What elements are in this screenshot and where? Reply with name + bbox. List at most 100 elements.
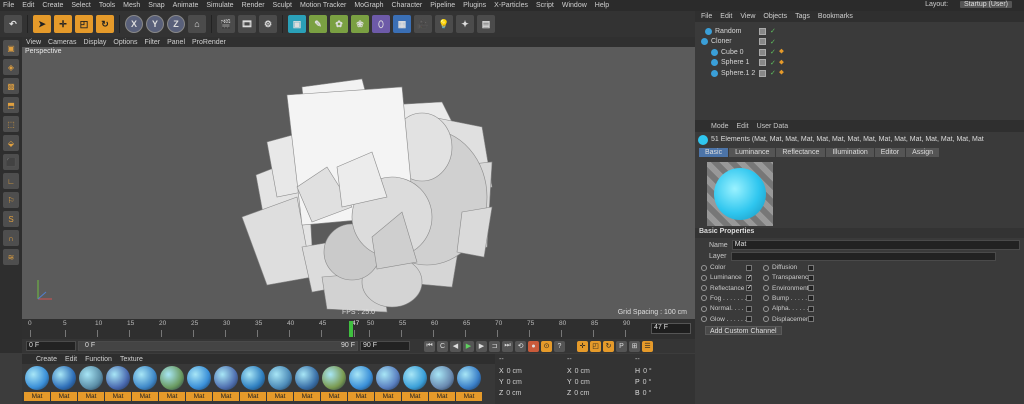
material-menu-texture[interactable]: Texture xyxy=(120,356,143,363)
deformer-icon[interactable]: ⬯ xyxy=(372,15,390,33)
viewport[interactable]: Perspective FPS: 25.0 Grid Spacing: 10… xyxy=(22,47,695,319)
channel-checkbox[interactable] xyxy=(808,295,814,302)
channel-radio[interactable] xyxy=(763,305,769,312)
object-visibility-toggle[interactable] xyxy=(759,69,766,77)
material-swatch[interactable]: Mat xyxy=(348,366,374,402)
x-axis-icon[interactable]: X xyxy=(125,15,143,33)
viewport-menu-cameras[interactable]: Cameras xyxy=(48,39,76,46)
enabled-check-icon[interactable]: ✓ xyxy=(770,59,776,67)
channel-checkbox[interactable] xyxy=(808,285,814,292)
material-tag-icon[interactable]: ⬥ xyxy=(779,69,784,77)
tab-assign[interactable]: Assign xyxy=(906,148,940,157)
material-swatch[interactable]: Mat xyxy=(24,366,50,402)
texture-mode-icon[interactable]: ▩ xyxy=(3,78,19,94)
next-key-icon[interactable]: ⊐ xyxy=(489,340,500,352)
menu-item-pipeline[interactable]: Pipeline xyxy=(430,2,455,9)
channel-radio[interactable] xyxy=(701,264,707,271)
next-frame-icon[interactable]: ▶ xyxy=(476,340,487,352)
menu-item-script[interactable]: Script xyxy=(536,2,554,9)
light-icon[interactable]: 💡 xyxy=(435,15,453,33)
playhead[interactable] xyxy=(349,321,353,337)
viewport-menu-prorender[interactable]: ProRender xyxy=(192,39,226,46)
material-swatch[interactable]: Mat xyxy=(186,366,212,402)
coords-value-field[interactable]: 0 cm xyxy=(507,368,522,375)
object-visibility-toggle[interactable] xyxy=(759,27,766,35)
object-visibility-toggle[interactable] xyxy=(759,38,766,45)
autokey-icon[interactable]: ⊙ xyxy=(541,340,552,352)
layout-dropdown[interactable]: Startup (User) xyxy=(960,1,1012,8)
object-row[interactable]: Cube 0 ✓ ⬥ xyxy=(695,47,1024,57)
material-swatch[interactable]: Mat xyxy=(429,366,455,402)
min-time-field[interactable]: 0 F xyxy=(26,341,76,351)
object-row[interactable]: Sphere 1 ✓ ⬥ xyxy=(695,58,1024,68)
scale-icon[interactable]: ◰ xyxy=(75,15,93,33)
channel-radio[interactable] xyxy=(701,305,707,312)
z-axis-icon[interactable]: Z xyxy=(167,15,185,33)
live-selection-icon[interactable]: ➤ xyxy=(33,15,51,33)
name-field[interactable]: Mat xyxy=(731,240,1020,250)
tab-editor[interactable]: Editor xyxy=(874,148,906,157)
coords-value-field[interactable]: 0 cm xyxy=(506,390,521,397)
viewport-menu-view[interactable]: View xyxy=(26,39,41,46)
enabled-check-icon[interactable]: ✓ xyxy=(770,69,776,77)
coords-value-field[interactable]: 0 cm xyxy=(575,368,590,375)
play-icon[interactable]: ▶ xyxy=(463,340,474,352)
position-key-icon[interactable]: ✛ xyxy=(577,340,588,352)
enabled-check-icon[interactable]: ✓ xyxy=(770,48,776,56)
menu-item-snap[interactable]: Snap xyxy=(148,2,164,9)
viewport-menu-options[interactable]: Options xyxy=(113,39,137,46)
param-key-icon[interactable]: P xyxy=(616,340,627,352)
timeline-ruler[interactable]: 0 5 10 15 20 25 30 35 40 45 47 50 55 60 65 70 75 80 85 90 4… xyxy=(22,319,695,339)
channel-radio[interactable] xyxy=(701,295,707,302)
go-to-end-icon[interactable]: ⏭ xyxy=(502,340,513,352)
menu-item-character[interactable]: Character xyxy=(392,2,423,9)
object-menu-objects[interactable]: Objects xyxy=(763,13,787,20)
current-frame-field[interactable]: 47 F xyxy=(651,323,691,334)
menu-item-mograph[interactable]: MoGraph xyxy=(354,2,383,9)
menu-item-select[interactable]: Select xyxy=(71,2,90,9)
camera-icon[interactable]: 🎥 xyxy=(414,15,432,33)
channel-checkbox[interactable]: ✓ xyxy=(746,274,752,281)
menu-item-file[interactable]: File xyxy=(3,2,14,9)
material-menu-function[interactable]: Function xyxy=(85,356,112,363)
preview-range-slider[interactable]: 0 F 90 F xyxy=(78,341,358,351)
material-swatch[interactable]: Mat xyxy=(375,366,401,402)
object-row[interactable]: Sphere.1 2 ✓ ⬥ xyxy=(695,68,1024,78)
tab-illumination[interactable]: Illumination xyxy=(826,148,874,157)
tab-basic[interactable]: Basic xyxy=(699,148,729,157)
material-menu-edit[interactable]: Edit xyxy=(65,356,77,363)
material-swatch[interactable]: Mat xyxy=(159,366,185,402)
channel-checkbox[interactable] xyxy=(808,316,814,322)
attribute-menu-mode[interactable]: Mode xyxy=(711,123,729,130)
render-settings-icon[interactable]: ⚙ xyxy=(259,15,277,33)
material-preview[interactable] xyxy=(707,162,773,226)
record-icon[interactable]: ● xyxy=(528,340,539,352)
rotation-key-icon[interactable]: ↻ xyxy=(603,340,614,352)
material-swatch[interactable]: Mat xyxy=(78,366,104,402)
undo-icon[interactable]: ↶ xyxy=(4,15,22,33)
render-picture-viewer-icon[interactable]: 🎞 xyxy=(238,15,256,33)
coords-value-field[interactable]: 0 cm xyxy=(575,379,590,386)
magnet-icon[interactable]: ∩ xyxy=(3,230,19,246)
coords-value-field[interactable]: 0 ° xyxy=(643,368,652,375)
pen-spline-icon[interactable]: ✎ xyxy=(309,15,327,33)
channel-radio[interactable] xyxy=(763,264,769,271)
menu-item-x-particles[interactable]: X-Particles xyxy=(494,2,528,9)
material-swatch[interactable]: Mat xyxy=(267,366,293,402)
object-menu-view[interactable]: View xyxy=(740,13,755,20)
material-swatch[interactable]: Mat xyxy=(456,366,482,402)
attribute-menu-user-data[interactable]: User Data xyxy=(757,123,789,130)
edges-mode-icon[interactable]: ⬙ xyxy=(3,135,19,151)
menu-item-render[interactable]: Render xyxy=(242,2,265,9)
previous-frame-icon[interactable]: ◀ xyxy=(450,340,461,352)
viewport-menu-filter[interactable]: Filter xyxy=(145,39,161,46)
layer-field[interactable] xyxy=(730,252,996,261)
menu-item-window[interactable]: Window xyxy=(562,2,587,9)
channel-checkbox[interactable] xyxy=(808,274,814,281)
polygons-mode-icon[interactable]: ⬛ xyxy=(3,154,19,170)
rotate-icon[interactable]: ↻ xyxy=(96,15,114,33)
tab-reflectance[interactable]: Reflectance xyxy=(776,148,826,157)
channel-radio[interactable] xyxy=(701,274,707,281)
channel-checkbox[interactable] xyxy=(746,316,752,322)
object-row[interactable]: Cloner ✓ xyxy=(695,37,1024,47)
